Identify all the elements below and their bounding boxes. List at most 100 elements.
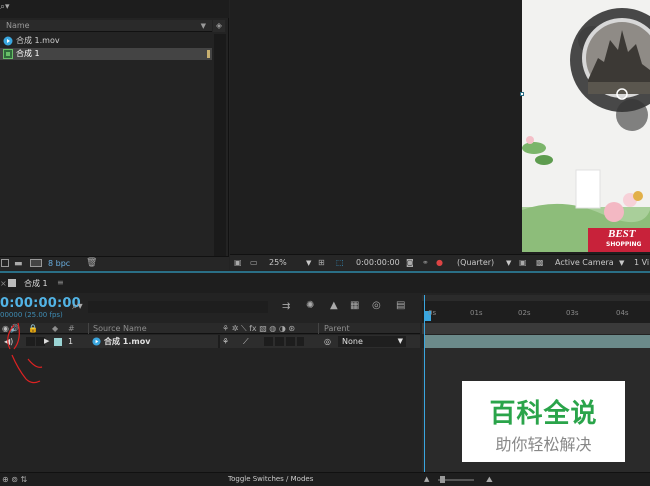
watermark: 百科全说 助你轻松解决 xyxy=(462,381,625,462)
composition-canvas[interactable]: BEST SHOPPING xyxy=(522,0,650,252)
pick-whip-icon[interactable]: ◎ xyxy=(324,335,331,348)
canvas-artwork xyxy=(522,0,650,252)
project-item-video[interactable]: 合成 1.mov xyxy=(0,35,212,47)
project-item-comp[interactable]: 合成 1 xyxy=(0,48,212,60)
region-icon[interactable]: ⬚ xyxy=(336,255,344,271)
composition-viewer: BEST SHOPPING ▣ ▭ 25% ▼ ⊞ ⬚ 0:00:00:00 ◙… xyxy=(230,0,650,270)
shy-switch-icon[interactable]: ⚘ xyxy=(222,335,229,348)
motion-blur-icon[interactable]: ◎ xyxy=(372,300,381,311)
column-divider xyxy=(218,335,220,348)
ruler-tick: 02s xyxy=(518,309,531,317)
trash-icon[interactable]: 🗑 xyxy=(86,258,97,268)
label-column-icon[interactable]: ◆ xyxy=(52,323,58,334)
work-area-bar[interactable] xyxy=(422,323,650,334)
watermark-subtitle: 助你轻松解决 xyxy=(495,435,592,454)
new-folder-icon[interactable]: ▬ xyxy=(14,259,23,269)
camera-select[interactable]: Active Camera xyxy=(555,255,614,271)
tab-menu-icon[interactable]: ≡ xyxy=(57,278,64,287)
label-color-swatch xyxy=(207,50,210,58)
search-icon[interactable]: ⌕▾ xyxy=(0,2,10,12)
snapshot-icon[interactable]: ◙ xyxy=(406,255,414,271)
parent-dropdown-icon[interactable]: ▼ xyxy=(398,336,403,347)
resolution-dropdown-icon[interactable]: ▼ xyxy=(506,255,511,271)
zoom-slider-thumb[interactable] xyxy=(440,476,445,483)
bit-depth-button[interactable]: 8 bpc xyxy=(48,259,70,268)
source-name-column-label[interactable]: Source Name xyxy=(93,323,147,334)
viewer-timecode[interactable]: 0:00:00:00 xyxy=(356,255,400,271)
zoom-in-icon[interactable]: ⛰ xyxy=(486,473,493,486)
project-panel: ⌕▾ Name ▼ ◈ 合成 1.mov 合成 1 ⊞ ▬ 8 bpc 🗑 xyxy=(0,0,229,270)
interpret-footage-icon[interactable] xyxy=(1,259,9,267)
project-scrollbar[interactable] xyxy=(214,34,226,266)
layer-handle[interactable] xyxy=(520,92,524,96)
always-preview-icon[interactable]: ▣ xyxy=(234,255,242,271)
footer-toggle-icons[interactable]: ⊕ ⊚ ⇅ xyxy=(2,473,27,486)
name-column-label: Name xyxy=(6,21,30,30)
parent-column-label[interactable]: Parent xyxy=(324,323,350,334)
composition-icon xyxy=(3,49,13,59)
timeline-footer: ⊕ ⊚ ⇅ Toggle Switches / Modes ▲ ⛰ xyxy=(0,472,650,486)
layer-column-header: ◉🔊 🔒 ◆ # Source Name ⚘ ✲ ⟍ fx ▧ ◍ ◑ ⊛ Pa… xyxy=(0,323,420,334)
layer-number: 1 xyxy=(68,337,74,346)
current-time-indicator[interactable] xyxy=(424,295,425,472)
views-select[interactable]: 1 Vi xyxy=(634,255,649,271)
toggle-switches-modes[interactable]: Toggle Switches / Modes xyxy=(228,473,313,486)
red-annotation-marks xyxy=(7,322,43,384)
timeline-timecode[interactable]: 0:00:00:00 xyxy=(0,296,81,311)
column-divider xyxy=(318,323,319,334)
layer-duration-bar[interactable] xyxy=(425,335,650,348)
shy-layers-icon[interactable]: ▲ xyxy=(330,300,338,311)
layer-search-input[interactable] xyxy=(88,301,268,313)
draft-3d-icon[interactable]: ✺ xyxy=(306,300,314,311)
zoom-select[interactable]: 25% xyxy=(269,255,287,271)
parent-select[interactable]: None ▼ xyxy=(338,336,406,347)
graph-editor-icon[interactable]: ▤ xyxy=(396,300,405,311)
frame-blending-icon[interactable]: ▦ xyxy=(350,300,359,311)
column-divider xyxy=(88,323,89,334)
layer-row[interactable]: ◀) ▶ 1 合成 1.mov ⚘ ⟋ ◎ None ▼ xyxy=(0,335,420,348)
layer-name[interactable]: 合成 1.mov xyxy=(104,335,150,348)
ruler-tick: 0s xyxy=(428,309,437,317)
project-column-header[interactable]: Name ▼ xyxy=(0,20,212,32)
zoom-dropdown-icon[interactable]: ▼ xyxy=(306,255,311,271)
switches-column-icons[interactable]: ⚘ ✲ ⟍ fx ▧ ◍ ◑ ⊛ xyxy=(222,323,295,334)
ruler-tick: 01s xyxy=(470,309,483,317)
show-snapshot-icon[interactable]: ⚭ xyxy=(422,255,429,271)
camera-dropdown-icon[interactable]: ▼ xyxy=(619,255,624,271)
channel-icon[interactable]: ● xyxy=(436,255,443,271)
project-search[interactable]: ⌕▾ xyxy=(0,0,229,18)
new-composition-icon[interactable] xyxy=(30,259,42,267)
timeline-tabbar: × 合成 1 ≡ xyxy=(0,273,650,293)
footage-layer-icon xyxy=(92,337,101,346)
time-ruler[interactable]: 0s 01s 02s 03s 04s xyxy=(422,295,650,323)
layer-label-color[interactable] xyxy=(54,338,62,346)
safe-zones-icon[interactable]: ⊞ xyxy=(318,255,325,271)
best-badge-text: BEST xyxy=(608,228,636,240)
resolution-select[interactable]: (Quarter) xyxy=(457,255,494,271)
layer-search-icon[interactable]: ⌕▾ xyxy=(72,301,83,312)
project-item-label: 合成 1 xyxy=(16,49,40,58)
comp-mini-flowchart-icon[interactable]: ⇉ xyxy=(282,301,290,312)
timeline-frame-rate: 00000 (25.00 fps) xyxy=(0,311,63,319)
close-tab-icon[interactable]: × xyxy=(0,279,7,288)
monitor-icon[interactable]: ▭ xyxy=(250,255,258,271)
after-effects-window: ⌕▾ Name ▼ ◈ 合成 1.mov 合成 1 ⊞ ▬ 8 bpc 🗑 xyxy=(0,0,650,486)
timeline-tab[interactable]: 合成 1 xyxy=(24,278,48,289)
viewer-footer: ▣ ▭ 25% ▼ ⊞ ⬚ 0:00:00:00 ◙ ⚭ ● (Quarter)… xyxy=(230,254,650,270)
number-column-label: # xyxy=(68,324,75,333)
time-navigator[interactable] xyxy=(422,295,650,301)
zoom-out-icon[interactable]: ▲ xyxy=(424,473,429,486)
fast-previews-icon[interactable]: ▣ xyxy=(519,255,527,271)
parent-select-value: None xyxy=(342,337,363,346)
sort-arrow-icon[interactable]: ▼ xyxy=(201,20,206,32)
quality-switch-icon[interactable]: ⟋ xyxy=(243,335,249,348)
transparency-grid-icon[interactable]: ▩ xyxy=(536,255,544,271)
ruler-tick: 03s xyxy=(566,309,579,317)
comp-tab-icon xyxy=(8,279,16,287)
watermark-title: 百科全说 xyxy=(489,399,598,429)
project-item-label: 合成 1.mov xyxy=(16,36,60,45)
label-tag-icon[interactable]: ◈ xyxy=(213,20,225,32)
layer-switch-boxes[interactable] xyxy=(264,337,304,346)
project-footer: ▬ 8 bpc 🗑 xyxy=(0,256,229,270)
ruler-tick: 04s xyxy=(616,309,629,317)
